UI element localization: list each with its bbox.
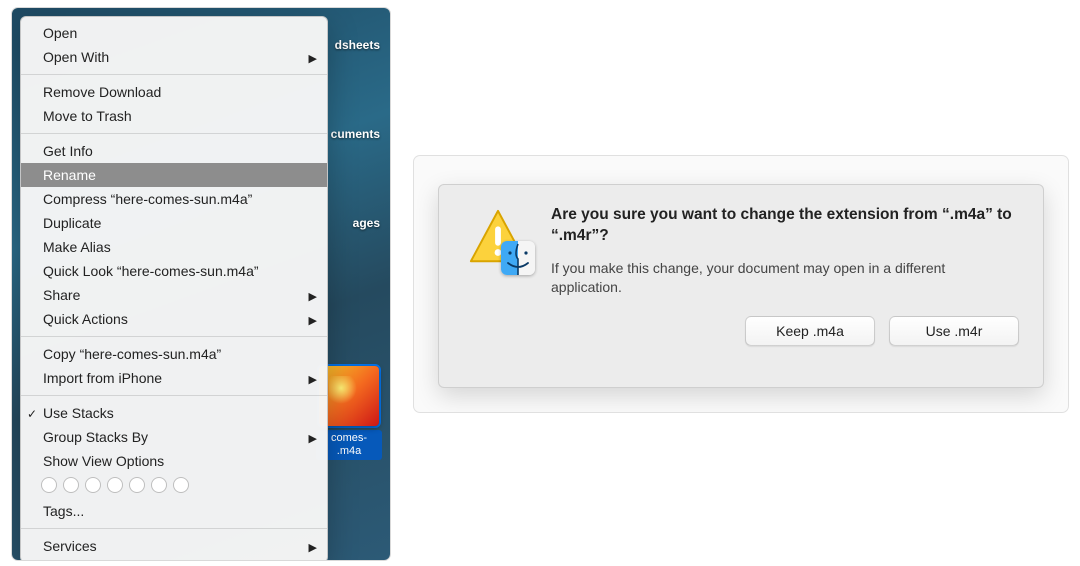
checkmark-icon: ✓: [27, 404, 37, 424]
menu-item-label: Services: [43, 538, 97, 554]
menu-copy[interactable]: Copy “here-comes-sun.m4a”: [21, 342, 327, 366]
menu-item-label: Share: [43, 287, 80, 303]
keep-extension-button[interactable]: Keep .m4a: [745, 316, 875, 346]
tag-dot[interactable]: [63, 477, 79, 493]
tag-dot[interactable]: [129, 477, 145, 493]
menu-tags[interactable]: Tags...: [21, 499, 327, 523]
dialog-buttons: Keep .m4a Use .m4r: [551, 316, 1019, 346]
menu-group-stacks-by[interactable]: Group Stacks By ▶: [21, 425, 327, 449]
menu-item-label: Rename: [43, 167, 96, 183]
tag-dot[interactable]: [173, 477, 189, 493]
menu-separator: [21, 74, 327, 75]
menu-item-label: Remove Download: [43, 84, 161, 100]
stack-label: cuments: [322, 127, 382, 141]
menu-remove-download[interactable]: Remove Download: [21, 80, 327, 104]
menu-open-with[interactable]: Open With ▶: [21, 45, 327, 69]
menu-get-info[interactable]: Get Info: [21, 139, 327, 163]
desktop-screenshot: dsheets cuments ages comes- .m4a Open Op…: [12, 8, 390, 560]
album-art-icon: [319, 366, 379, 426]
chevron-right-icon: ▶: [309, 49, 317, 69]
menu-item-label: Import from iPhone: [43, 370, 162, 386]
menu-compress[interactable]: Compress “here-comes-sun.m4a”: [21, 187, 327, 211]
menu-item-label: Tags...: [43, 503, 84, 519]
tag-dot[interactable]: [107, 477, 123, 493]
menu-open[interactable]: Open: [21, 21, 327, 45]
menu-item-label: Get Info: [43, 143, 93, 159]
chevron-right-icon: ▶: [309, 538, 317, 558]
chevron-right-icon: ▶: [309, 370, 317, 390]
desktop-stacks: dsheets cuments ages: [322, 38, 382, 230]
chevron-right-icon: ▶: [309, 429, 317, 449]
chevron-right-icon: ▶: [309, 311, 317, 331]
menu-use-stacks[interactable]: ✓ Use Stacks: [21, 401, 327, 425]
tag-color-row: [21, 473, 327, 499]
stack-label: ages: [322, 216, 382, 230]
menu-separator: [21, 133, 327, 134]
use-extension-button[interactable]: Use .m4r: [889, 316, 1019, 346]
menu-separator: [21, 528, 327, 529]
tag-dot[interactable]: [151, 477, 167, 493]
menu-item-label: Compress “here-comes-sun.m4a”: [43, 191, 252, 207]
menu-move-to-trash[interactable]: Move to Trash: [21, 104, 327, 128]
dialog-text: Are you sure you want to change the exte…: [551, 205, 1019, 369]
menu-show-view-options[interactable]: Show View Options: [21, 449, 327, 473]
menu-services[interactable]: Services ▶: [21, 534, 327, 558]
extension-change-dialog: Are you sure you want to change the exte…: [438, 184, 1044, 388]
menu-item-label: Open: [43, 25, 77, 41]
chevron-right-icon: ▶: [309, 287, 317, 307]
menu-rename[interactable]: Rename: [21, 163, 327, 187]
dialog-screenshot: Are you sure you want to change the exte…: [414, 156, 1068, 412]
menu-duplicate[interactable]: Duplicate: [21, 211, 327, 235]
menu-quick-look[interactable]: Quick Look “here-comes-sun.m4a”: [21, 259, 327, 283]
menu-item-label: Quick Actions: [43, 311, 128, 327]
tag-dot[interactable]: [41, 477, 57, 493]
menu-item-label: Quick Look “here-comes-sun.m4a”: [43, 263, 259, 279]
menu-separator: [21, 395, 327, 396]
menu-item-label: Copy “here-comes-sun.m4a”: [43, 346, 221, 362]
warning-icon: [467, 207, 529, 269]
menu-separator: [21, 336, 327, 337]
menu-make-alias[interactable]: Make Alias: [21, 235, 327, 259]
dialog-title: Are you sure you want to change the exte…: [551, 205, 1019, 247]
dialog-icon-area: [463, 205, 533, 369]
menu-share[interactable]: Share ▶: [21, 283, 327, 307]
menu-item-label: Open With: [43, 49, 109, 65]
menu-item-label: Group Stacks By: [43, 429, 148, 445]
context-menu: Open Open With ▶ Remove Download Move to …: [20, 16, 328, 560]
menu-item-label: Show View Options: [43, 453, 164, 469]
tag-dot[interactable]: [85, 477, 101, 493]
menu-item-label: Make Alias: [43, 239, 111, 255]
menu-import-from-iphone[interactable]: Import from iPhone ▶: [21, 366, 327, 390]
menu-item-label: Move to Trash: [43, 108, 132, 124]
menu-item-label: Use Stacks: [43, 405, 114, 421]
menu-item-label: Duplicate: [43, 215, 101, 231]
finder-badge-icon: [501, 241, 535, 275]
stack-label: dsheets: [322, 38, 382, 52]
dialog-subtext: If you make this change, your document m…: [551, 259, 1019, 298]
menu-quick-actions[interactable]: Quick Actions ▶: [21, 307, 327, 331]
